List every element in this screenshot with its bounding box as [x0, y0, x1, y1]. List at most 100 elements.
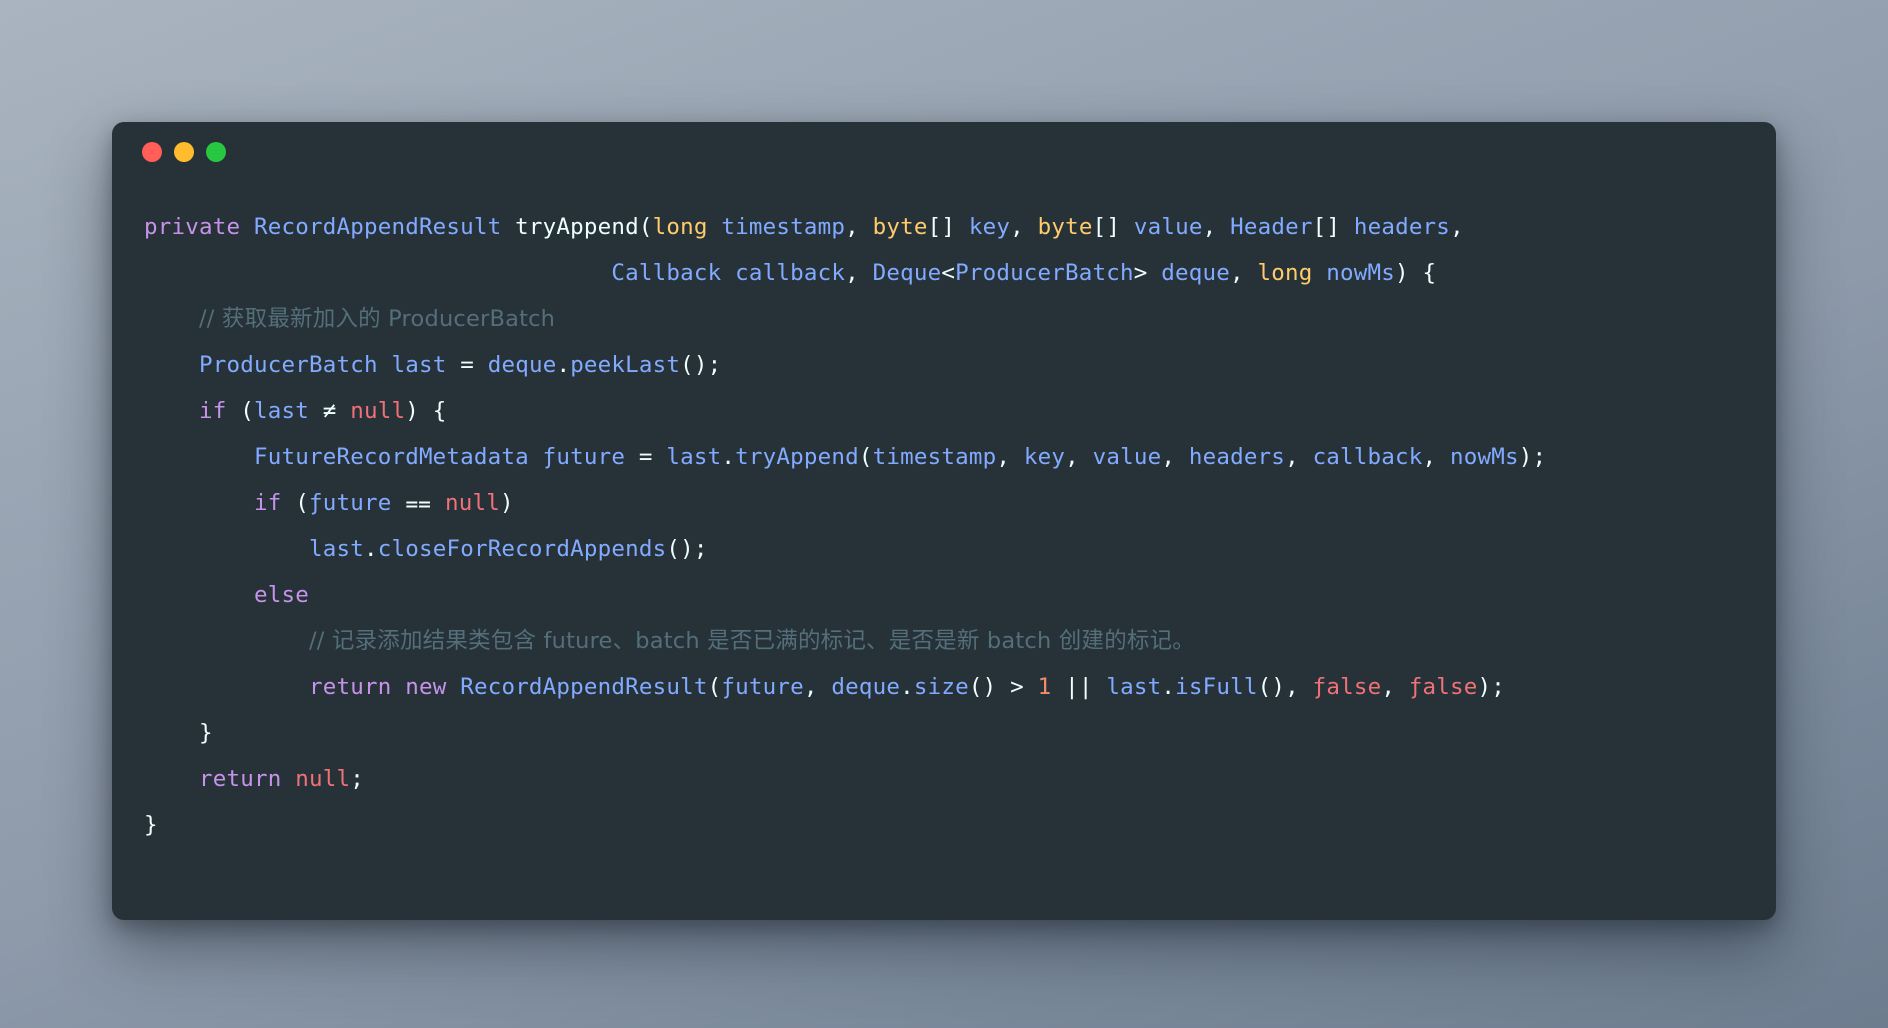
code-token: .	[363, 536, 378, 562]
code-token: size	[913, 674, 969, 700]
code-token: // 记录添加结果类包含 future、batch 是否已满的标记、是否是新 b…	[308, 628, 1195, 654]
code-token: deque	[1161, 260, 1231, 286]
code-line: Callback callback, Deque<ProducerBatch> …	[112, 250, 1776, 296]
code-token: ,	[1230, 260, 1258, 286]
code-token: Header	[1230, 214, 1313, 240]
code-token: ,	[1285, 444, 1313, 470]
code-token: long	[1257, 260, 1313, 286]
code-token: ≠	[309, 398, 351, 424]
code-token: () >	[968, 674, 1038, 700]
code-token: callback	[1312, 444, 1423, 470]
code-token: (	[638, 214, 653, 240]
code-token: timestamp	[872, 444, 997, 470]
code-token: .	[900, 674, 914, 700]
code-token: Deque	[872, 260, 942, 286]
code-token: .	[1161, 674, 1176, 700]
code-token: ,	[1422, 444, 1451, 470]
code-token: null	[295, 766, 351, 792]
code-token: key	[1023, 444, 1066, 470]
code-token: ƒalse	[1312, 674, 1382, 700]
code-token: FutureRecordMetadata	[253, 444, 529, 470]
code-token: byte	[1037, 214, 1093, 240]
code-line: private RecordAppendResult tryAppend(lon…	[112, 204, 1776, 250]
code-token: tryAppend	[515, 214, 639, 240]
code-token: if	[253, 490, 282, 516]
maximize-button[interactable]	[206, 142, 226, 162]
code-token: );	[1477, 674, 1506, 700]
code-token: ;	[350, 766, 364, 792]
code-token: []	[927, 214, 969, 240]
code-token: ();	[666, 536, 708, 562]
code-token: )	[500, 490, 514, 516]
code-token: .	[721, 444, 736, 470]
code-token: (	[226, 398, 254, 424]
code-token: last	[254, 398, 309, 424]
minimize-button[interactable]	[174, 142, 194, 162]
code-token: (	[281, 490, 309, 516]
code-token: Callback	[611, 260, 722, 286]
code-line: last.closeForRecordAppends();	[112, 526, 1776, 572]
code-token: ⩵	[391, 490, 445, 516]
code-line: ProducerBatch last = deque.peekLast();	[112, 342, 1776, 388]
code-token: deque	[487, 352, 557, 378]
code-line: // 获取最新加入的 ProducerBatch	[112, 296, 1776, 342]
code-token: ,	[1202, 214, 1231, 240]
code-token: last	[391, 352, 447, 378]
code-token: =	[446, 352, 488, 378]
code-token: if	[199, 398, 227, 424]
code-token: callback	[735, 260, 846, 286]
code-line: return null;	[112, 756, 1776, 802]
code-token: ,	[845, 260, 873, 286]
code-window: private RecordAppendResult tryAppend(lon…	[112, 122, 1776, 920]
code-token: private	[144, 214, 241, 240]
code-line: }	[112, 710, 1776, 756]
code-token: (	[707, 674, 722, 700]
code-token: ) {	[405, 398, 447, 424]
code-line: }	[112, 802, 1776, 848]
code-token: =	[625, 444, 667, 470]
code-token: last	[1106, 674, 1162, 700]
code-token: new	[405, 674, 447, 700]
code-block[interactable]: private RecordAppendResult tryAppend(lon…	[112, 182, 1776, 848]
code-token: value	[1133, 214, 1203, 240]
code-token: key	[968, 214, 1011, 240]
code-token: ProducerBatch	[955, 260, 1134, 286]
code-token: ,	[1010, 214, 1038, 240]
code-token: ,	[1381, 674, 1409, 700]
code-token: last	[666, 444, 722, 470]
code-token: ,	[845, 214, 873, 240]
code-line: if (last ≠ null) {	[112, 388, 1776, 434]
code-token: // 获取最新加入的 ProducerBatch	[199, 306, 556, 332]
code-token: ,	[1065, 444, 1093, 470]
code-token: headers	[1353, 214, 1451, 240]
code-token: byte	[872, 214, 928, 240]
code-token: nowMs	[1326, 260, 1395, 286]
code-token: ProducerBatch	[199, 352, 378, 378]
code-token: ) {	[1395, 260, 1437, 286]
code-token: RecordAppendResult	[460, 674, 708, 700]
code-line: // 记录添加结果类包含 future、batch 是否已满的标记、是否是新 b…	[112, 618, 1776, 664]
code-line: return new RecordAppendResult(ƒuture, de…	[112, 664, 1776, 710]
code-token: []	[1092, 214, 1134, 240]
code-token: ,	[1161, 444, 1189, 470]
code-token: peekLast	[570, 352, 681, 378]
code-token: ,	[1450, 214, 1464, 240]
code-token: ƒalse	[1408, 674, 1478, 700]
close-button[interactable]	[142, 142, 162, 162]
code-token: ,	[996, 444, 1024, 470]
code-token: timestamp	[721, 214, 846, 240]
code-token: 1	[1037, 674, 1052, 700]
code-token: last	[308, 536, 364, 562]
code-line: FutureRecordMetadata ƒuture = last.tryAp…	[112, 434, 1776, 480]
code-token: value	[1092, 444, 1162, 470]
code-token: ƒuture	[542, 444, 626, 470]
code-token: return	[308, 674, 392, 700]
code-line: if (ƒuture ⩵ null)	[112, 480, 1776, 526]
